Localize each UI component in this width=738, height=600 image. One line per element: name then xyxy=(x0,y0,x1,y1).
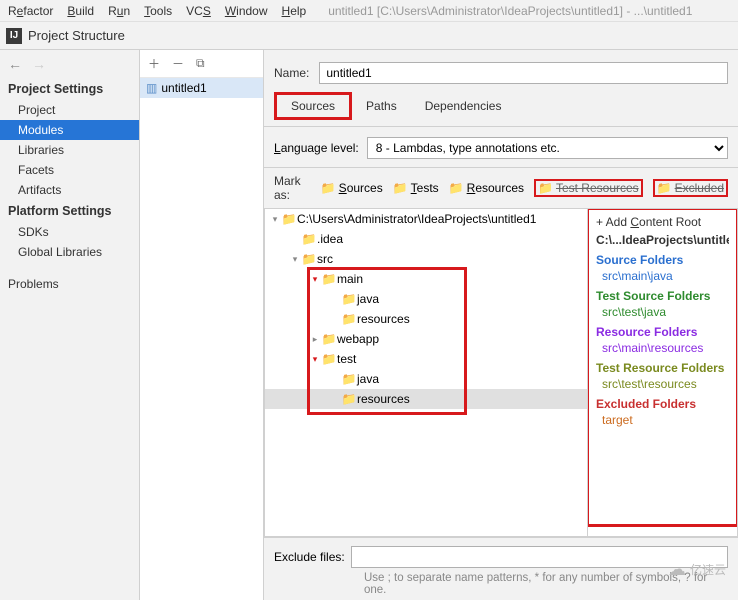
sidebar-item-sdks[interactable]: SDKs xyxy=(0,222,139,242)
folder-icon: 📁 xyxy=(321,181,336,195)
mark-excluded-button[interactable]: 📁Excluded xyxy=(653,179,728,197)
forward-icon[interactable]: → xyxy=(32,56,46,72)
tree-node[interactable]: ▾📁src xyxy=(265,249,587,269)
copy-module-icon[interactable]: ⧉ xyxy=(196,56,205,71)
sidebar-item-project[interactable]: Project xyxy=(0,100,139,120)
language-level-select[interactable]: 8 - Lambdas, type annotations etc. xyxy=(367,137,728,159)
folder-icon: 📁 xyxy=(301,252,317,266)
folder-icon: 📁 xyxy=(341,292,357,306)
tree-node[interactable]: 📁.idea xyxy=(265,229,587,249)
test-resource-folders-header: Test Resource Folders xyxy=(596,361,729,375)
folder-icon: 📁 xyxy=(341,372,357,386)
module-tabs: Sources Paths Dependencies xyxy=(264,92,738,120)
excluded-folder-item[interactable]: target xyxy=(602,413,729,427)
sidebar-item-modules[interactable]: Modules xyxy=(0,120,139,140)
module-list-toolbar: ＋ － ⧉ xyxy=(140,50,263,78)
dialog-title: Project Structure xyxy=(28,28,125,43)
exclude-files-label: Exclude files: xyxy=(274,550,345,564)
sidebar-header-project: Project Settings xyxy=(0,78,139,100)
folder-icon: 📁 xyxy=(538,181,553,195)
tree-node[interactable]: ▾📁main xyxy=(265,269,587,289)
module-icon: ▥ xyxy=(146,81,157,95)
menu-run[interactable]: Run xyxy=(102,2,136,20)
folder-icon: 📁 xyxy=(321,272,337,286)
content-roots-panel: + Add Content Root C:\...IdeaProjects\un… xyxy=(588,208,738,537)
dialog-titlebar: IJ Project Structure xyxy=(0,22,738,50)
excluded-folders-header: Excluded Folders xyxy=(596,397,729,411)
test-source-folder-item[interactable]: src\test\java xyxy=(602,305,729,319)
folder-tree[interactable]: ▾📁C:\Users\Administrator\IdeaProjects\un… xyxy=(264,208,588,537)
folder-icon: 📁 xyxy=(341,312,357,326)
add-content-root-button[interactable]: + Add Content Root xyxy=(596,215,729,229)
tab-paths[interactable]: Paths xyxy=(352,92,411,120)
tab-sources[interactable]: Sources xyxy=(274,92,352,120)
tree-node[interactable]: 📁resources xyxy=(265,309,587,329)
sidebar-nav: ← → xyxy=(0,50,139,78)
folder-icon: 📁 xyxy=(341,392,357,406)
sidebar-item-facets[interactable]: Facets xyxy=(0,160,139,180)
mark-test-resources-button[interactable]: 📁Test Resources xyxy=(534,179,643,197)
menu-window[interactable]: Window xyxy=(219,2,274,20)
folder-icon: 📁 xyxy=(449,181,464,195)
menu-vcs[interactable]: VCS xyxy=(180,2,217,20)
mark-as-toolbar: Mark as: 📁Sources 📁Tests 📁Resources 📁Tes… xyxy=(264,168,738,208)
language-level-label: Language level: xyxy=(274,141,359,155)
app-window-title: untitled1 [C:\Users\Administrator\IdeaPr… xyxy=(322,2,698,20)
settings-sidebar: ← → Project Settings Project Modules Lib… xyxy=(0,50,140,600)
folder-icon: 📁 xyxy=(301,232,317,246)
tree-root[interactable]: ▾📁C:\Users\Administrator\IdeaProjects\un… xyxy=(265,209,587,229)
tree-node[interactable]: 📁java xyxy=(265,369,587,389)
folder-icon: 📁 xyxy=(281,212,297,226)
back-icon[interactable]: ← xyxy=(8,56,22,72)
remove-module-icon[interactable]: － xyxy=(172,55,184,72)
test-resource-folder-item[interactable]: src\test\resources xyxy=(602,377,729,391)
tree-node-selected[interactable]: 📁resources xyxy=(265,389,587,409)
mark-sources-button[interactable]: 📁Sources xyxy=(321,181,383,195)
folder-icon: 📁 xyxy=(321,352,337,366)
tree-node[interactable]: 📁java xyxy=(265,289,587,309)
sidebar-header-platform: Platform Settings xyxy=(0,200,139,222)
resource-folder-item[interactable]: src\main\resources xyxy=(602,341,729,355)
menu-tools[interactable]: Tools xyxy=(138,2,178,20)
add-module-icon[interactable]: ＋ xyxy=(148,55,160,72)
menu-help[interactable]: Help xyxy=(276,2,313,20)
mark-as-label: Mark as: xyxy=(274,174,311,202)
folder-icon: 📁 xyxy=(321,332,337,346)
name-input[interactable] xyxy=(319,62,728,84)
exclude-files-section: Exclude files: Use ; to separate name pa… xyxy=(264,537,738,600)
menu-refactor[interactable]: Refactor xyxy=(2,2,59,20)
test-source-folders-header: Test Source Folders xyxy=(596,289,729,303)
source-folder-item[interactable]: src\main\java xyxy=(602,269,729,283)
module-editor: Name: Sources Paths Dependencies Languag… xyxy=(264,50,738,600)
menu-build[interactable]: Build xyxy=(61,2,100,20)
intellij-icon: IJ xyxy=(6,28,22,44)
tab-dependencies[interactable]: Dependencies xyxy=(411,92,516,120)
exclude-files-input[interactable] xyxy=(351,546,728,568)
source-folders-header: Source Folders xyxy=(596,253,729,267)
module-item-label: untitled1 xyxy=(161,81,206,95)
sidebar-item-libraries[interactable]: Libraries xyxy=(0,140,139,160)
exclude-files-hint: Use ; to separate name patterns, * for a… xyxy=(274,568,728,596)
mark-tests-button[interactable]: 📁Tests xyxy=(393,181,439,195)
tree-node[interactable]: ▾📁test xyxy=(265,349,587,369)
sidebar-item-artifacts[interactable]: Artifacts xyxy=(0,180,139,200)
mark-resources-button[interactable]: 📁Resources xyxy=(449,181,524,195)
module-item[interactable]: ▥ untitled1 xyxy=(140,78,263,98)
sidebar-item-problems[interactable]: Problems xyxy=(0,274,139,294)
tree-node[interactable]: ▸📁webapp xyxy=(265,329,587,349)
resource-folders-header: Resource Folders xyxy=(596,325,729,339)
folder-icon: 📁 xyxy=(657,181,672,195)
content-root-path[interactable]: C:\...IdeaProjects\untitled1 xyxy=(596,233,729,247)
module-list-panel: ＋ － ⧉ ▥ untitled1 xyxy=(140,50,264,600)
folder-icon: 📁 xyxy=(393,181,408,195)
app-menubar: Refactor Build Run Tools VCS Window Help… xyxy=(0,0,738,22)
name-label: Name: xyxy=(274,66,309,80)
sidebar-item-global-libraries[interactable]: Global Libraries xyxy=(0,242,139,262)
